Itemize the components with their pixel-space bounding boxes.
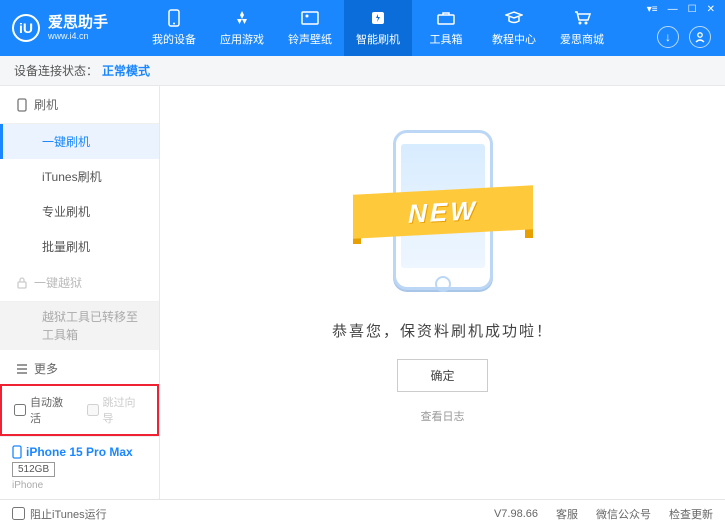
- options-box: 自动激活 跳过向导: [0, 384, 159, 436]
- phone-icon: [165, 9, 183, 27]
- storage-badge: 512GB: [12, 462, 55, 477]
- nav-toolbox[interactable]: 工具箱: [412, 0, 480, 56]
- toolbox-icon: [437, 9, 455, 27]
- nav-label: 智能刷机: [356, 31, 400, 47]
- sidebar-item-pro[interactable]: 专业刷机: [0, 194, 159, 229]
- ok-button[interactable]: 确定: [397, 359, 487, 392]
- section-label: 更多: [34, 360, 58, 377]
- list-icon: [16, 364, 28, 374]
- checkbox-label: 跳过向导: [103, 394, 146, 426]
- status-bar: 设备连接状态： 正常模式: [0, 56, 725, 86]
- header-actions: ↓: [657, 26, 711, 48]
- sidebar: 刷机 一键刷机 iTunes刷机 专业刷机 批量刷机 一键越狱 越狱工具已转移至…: [0, 86, 160, 499]
- nav-tutorial[interactable]: 教程中心: [480, 0, 548, 56]
- body: 刷机 一键刷机 iTunes刷机 专业刷机 批量刷机 一键越狱 越狱工具已转移至…: [0, 86, 725, 499]
- device-name: iPhone 15 Pro Max: [12, 445, 147, 459]
- success-illustration: NEW: [363, 120, 523, 300]
- checkbox-input: [87, 404, 99, 416]
- menu-icon[interactable]: ▾≡: [647, 4, 658, 15]
- nav-ringtone[interactable]: 铃声壁纸: [276, 0, 344, 56]
- device-type: iPhone: [12, 480, 147, 491]
- main-content: NEW 恭喜您，保资料刷机成功啦！ 确定 查看日志: [160, 86, 725, 499]
- sidebar-section-more[interactable]: 更多: [0, 350, 159, 384]
- download-button[interactable]: ↓: [657, 26, 679, 48]
- logo-area: iU 爱思助手 www.i4.cn: [12, 14, 140, 42]
- status-value: 正常模式: [102, 62, 150, 79]
- image-icon: [301, 9, 319, 27]
- minimize-icon[interactable]: —: [668, 4, 678, 15]
- logo-icon: iU: [12, 14, 40, 42]
- app-header: iU 爱思助手 www.i4.cn 我的设备 应用游戏 铃声壁纸 智能刷机 工具…: [0, 0, 725, 56]
- sidebar-section-flash[interactable]: 刷机: [0, 86, 159, 124]
- checkbox-input[interactable]: [14, 404, 26, 416]
- app-name: 爱思助手: [48, 15, 108, 32]
- nav-store[interactable]: 爱思商城: [548, 0, 616, 56]
- section-label: 一键越狱: [34, 274, 82, 291]
- tutorial-icon: [505, 9, 523, 27]
- main-nav: 我的设备 应用游戏 铃声壁纸 智能刷机 工具箱 教程中心 爱思商城: [140, 0, 616, 56]
- apps-icon: [233, 9, 251, 27]
- nav-label: 我的设备: [152, 31, 196, 47]
- sidebar-item-oneclick[interactable]: 一键刷机: [0, 124, 159, 159]
- support-link[interactable]: 客服: [556, 506, 578, 522]
- block-itunes-checkbox[interactable]: [12, 507, 25, 520]
- status-label: 设备连接状态：: [14, 62, 98, 79]
- sidebar-item-batch[interactable]: 批量刷机: [0, 229, 159, 264]
- sidebar-section-jailbreak: 一键越狱: [0, 264, 159, 302]
- success-message: 恭喜您，保资料刷机成功啦！: [332, 320, 553, 341]
- nav-label: 教程中心: [492, 31, 536, 47]
- device-info[interactable]: iPhone 15 Pro Max 512GB iPhone: [0, 436, 159, 499]
- user-button[interactable]: [689, 26, 711, 48]
- phone-small-icon: [16, 98, 28, 112]
- app-url: www.i4.cn: [48, 31, 108, 41]
- device-icon: [12, 445, 22, 459]
- footer-block-itunes[interactable]: 阻止iTunes运行: [12, 506, 107, 522]
- flash-icon: [369, 9, 387, 27]
- nav-my-device[interactable]: 我的设备: [140, 0, 208, 56]
- section-label: 刷机: [34, 96, 58, 113]
- wechat-link[interactable]: 微信公众号: [596, 506, 651, 522]
- lock-icon: [16, 277, 28, 289]
- view-log-link[interactable]: 查看日志: [421, 408, 465, 424]
- cart-icon: [573, 9, 591, 27]
- new-banner: NEW: [353, 185, 533, 238]
- sidebar-item-jailbreak-moved: 越狱工具已转移至工具箱: [0, 302, 159, 350]
- close-icon[interactable]: ✕: [707, 4, 715, 15]
- device-name-text: iPhone 15 Pro Max: [26, 445, 133, 459]
- nav-apps[interactable]: 应用游戏: [208, 0, 276, 56]
- nav-label: 工具箱: [430, 31, 463, 47]
- block-itunes-label: 阻止iTunes运行: [30, 506, 107, 522]
- version-label: V7.98.66: [494, 508, 538, 520]
- checkbox-label: 自动激活: [30, 394, 73, 426]
- window-controls: ▾≡ — ☐ ✕: [647, 4, 715, 15]
- maximize-icon[interactable]: ☐: [688, 4, 697, 15]
- checkbox-auto-activate[interactable]: 自动激活: [14, 394, 73, 426]
- footer: 阻止iTunes运行 V7.98.66 客服 微信公众号 检查更新: [0, 499, 725, 527]
- nav-flash[interactable]: 智能刷机: [344, 0, 412, 56]
- nav-label: 应用游戏: [220, 31, 264, 47]
- checkbox-skip-guide[interactable]: 跳过向导: [87, 394, 146, 426]
- nav-label: 铃声壁纸: [288, 31, 332, 47]
- check-update-link[interactable]: 检查更新: [669, 506, 713, 522]
- phone-home-illus: [435, 276, 451, 292]
- nav-label: 爱思商城: [560, 31, 604, 47]
- sidebar-item-itunes[interactable]: iTunes刷机: [0, 159, 159, 194]
